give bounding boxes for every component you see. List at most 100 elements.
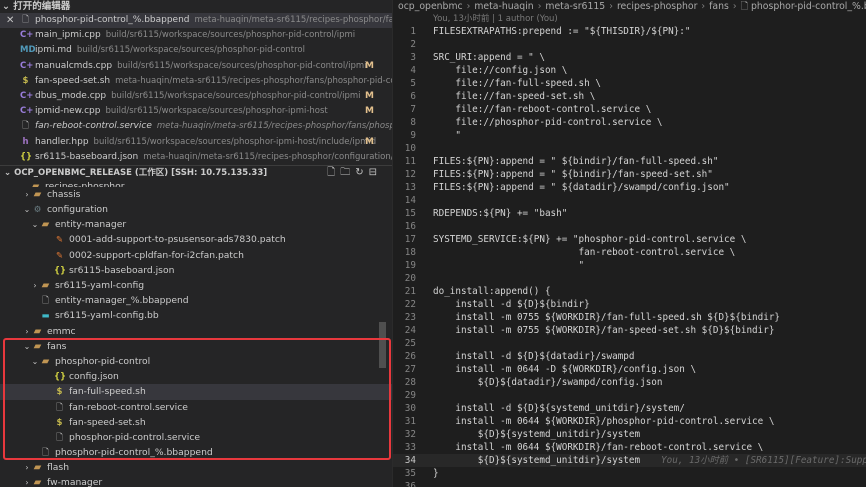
tree-folder[interactable]: › ▰ fw-manager: [0, 475, 392, 487]
code-line[interactable]: 4 file://config.json \: [393, 64, 866, 77]
tree-folder[interactable]: ⌄ ▰ fans: [0, 339, 392, 354]
chevron-down-icon[interactable]: ⌄: [22, 339, 32, 354]
code-line[interactable]: 6 file://fan-speed-set.sh \: [393, 90, 866, 103]
code-line[interactable]: 23 install -m 0755 ${WORKDIR}/fan-full-s…: [393, 311, 866, 324]
tree-folder[interactable]: › ▰ flash: [0, 460, 392, 475]
tree-file[interactable]: {} sr6115-baseboard.json: [0, 263, 392, 278]
tree-folder[interactable]: ⌄ ▰ phosphor-pid-control: [0, 354, 392, 369]
tree-file[interactable]: 🗋 entity-manager_%.bbappend: [0, 293, 392, 308]
code-line[interactable]: 21 do_install:append() {: [393, 285, 866, 298]
tree-file[interactable]: {} config.json: [0, 369, 392, 384]
code-line[interactable]: 11 FILES:${PN}:append = " ${bindir}/fan-f…: [393, 155, 866, 168]
codelens-blame[interactable]: You, 13小时前 | 1 author (You): [393, 13, 866, 25]
chevron-right-icon[interactable]: ›: [22, 475, 32, 487]
code-line[interactable]: 1 FILESEXTRAPATHS:prepend := "${THISDIR}/…: [393, 25, 866, 38]
code-line[interactable]: 17 SYSTEMD_SERVICE:${PN} += "phosphor-pid…: [393, 233, 866, 246]
open-editor-item[interactable]: C+ manualcmds.cpp build/sr6115/workspace/s…: [0, 59, 392, 74]
line-number: 15: [404, 208, 416, 219]
tree-file[interactable]: ✎ 0001-add-support-to-psusensor-ads7830.p…: [0, 232, 392, 247]
open-editor-item[interactable]: MDipmi.md build/sr6115/workspace/sources/…: [0, 43, 392, 58]
code-line[interactable]: 13 FILES:${PN}:append = " ${datadir}/swam…: [393, 181, 866, 194]
tree-folder[interactable]: ⌄ ▰ recipes-phosphor: [0, 179, 392, 187]
modified-badge: M: [365, 60, 374, 71]
chevron-right-icon[interactable]: ›: [22, 324, 32, 339]
folder-icon: ▰: [33, 477, 42, 487]
code-line[interactable]: 3 SRC_URI:append = " \: [393, 51, 866, 64]
bb-file-icon: ▬: [41, 311, 50, 322]
json-file-icon: {}: [54, 265, 67, 276]
collapse-all-icon[interactable]: ⊟: [369, 167, 382, 178]
code-line[interactable]: 10: [393, 142, 866, 155]
code-line[interactable]: 8 file://phosphor-pid-control.service \: [393, 116, 866, 129]
code-area[interactable]: 1 FILESEXTRAPATHS:prepend := "${THISDIR}/…: [393, 25, 866, 487]
open-editor-item[interactable]: C+ dbus_mode.cpp build/sr6115/workspace/so…: [0, 89, 392, 104]
close-icon[interactable]: ✕: [6, 13, 14, 28]
chevron-down-icon[interactable]: ⌄: [30, 217, 40, 232]
tree-file[interactable]: 🗋 phosphor-pid-control.service: [0, 430, 392, 445]
open-editor-item[interactable]: h handler.hpp build/sr6115/workspace/sourc…: [0, 135, 392, 150]
code-line[interactable]: 29: [393, 389, 866, 402]
code-line[interactable]: 24 install -m 0755 ${WORKDIR}/fan-speed-…: [393, 324, 866, 337]
code-line[interactable]: 14: [393, 194, 866, 207]
code-line[interactable]: 34 ${D}${systemd_unitdir}/system You, 13小…: [393, 454, 866, 467]
tree-file[interactable]: $ fan-speed-set.sh: [0, 415, 392, 430]
code-line[interactable]: 22 install -d ${D}${bindir}: [393, 298, 866, 311]
code-line[interactable]: 27 install -m 0644 -D ${WORKDIR}/config.…: [393, 363, 866, 376]
code-line[interactable]: 28 ${D}${datadir}/swampd/config.json: [393, 376, 866, 389]
chevron-down-icon[interactable]: ⌄: [30, 354, 40, 369]
tree-folder[interactable]: › ▰ emmc: [0, 324, 392, 339]
chevron-right-icon[interactable]: ›: [22, 187, 32, 202]
breadcrumb-item[interactable]: recipes-phosphor: [617, 1, 697, 12]
new-folder-icon[interactable]: 🗀: [340, 167, 355, 178]
code-line[interactable]: 9 ": [393, 129, 866, 142]
tree-file[interactable]: ✎ 0002-support-cpldfan-for-i2cfan.patch: [0, 248, 392, 263]
refresh-icon[interactable]: ↻: [355, 167, 368, 178]
open-editor-item[interactable]: C+ ipmid-new.cpp build/sr6115/workspace/so…: [0, 104, 392, 119]
tree-folder[interactable]: › ▰ sr6115-yaml-config: [0, 278, 392, 293]
code-line[interactable]: 36: [393, 480, 866, 487]
code-line[interactable]: 30 install -d ${D}${systemd_unitdir}/sys…: [393, 402, 866, 415]
code-line[interactable]: 19 ": [393, 259, 866, 272]
code-line[interactable]: 16: [393, 220, 866, 233]
breadcrumb-item[interactable]: meta-huaqin: [474, 1, 533, 12]
breadcrumb-item[interactable]: fans: [709, 1, 729, 12]
chevron-down-icon[interactable]: ⌄: [22, 202, 32, 217]
breadcrumb-item[interactable]: phosphor-pid-control_%.bbappend: [751, 1, 866, 12]
tree-file[interactable]: ▬ sr6115-yaml-config.bb: [0, 308, 392, 323]
code-line[interactable]: 7 file://fan-reboot-control.service \: [393, 103, 866, 116]
tree-file[interactable]: $ fan-full-speed.sh: [0, 384, 392, 400]
open-editor-item[interactable]: C+ main_ipmi.cpp build/sr6115/workspace/so…: [0, 28, 392, 43]
code-line[interactable]: 15 RDEPENDS:${PN} += "bash": [393, 207, 866, 220]
chevron-down-icon[interactable]: ⌄: [20, 179, 30, 187]
workspace-header[interactable]: ⌄ OCP_OPENBMC_RELEASE (工作区) [SSH: 10.75.…: [0, 164, 392, 179]
open-editor-item[interactable]: {} sr6115-baseboard.json meta-huaqin/meta-…: [0, 150, 392, 165]
code-text: }: [433, 468, 439, 479]
code-line[interactable]: 32 ${D}${systemd_unitdir}/system: [393, 428, 866, 441]
tree-folder[interactable]: › ▰ chassis: [0, 187, 392, 202]
tree-folder[interactable]: ⌄ ▰ entity-manager: [0, 217, 392, 232]
open-editors-header[interactable]: ⌄ 打开的编辑器: [0, 0, 392, 13]
tree-file[interactable]: 🗋 phosphor-pid-control_%.bbappend: [0, 445, 392, 460]
chevron-right-icon[interactable]: ›: [22, 460, 32, 475]
tree-file[interactable]: 🗋 fan-reboot-control.service: [0, 400, 392, 415]
open-editor-item[interactable]: ✕ 🗋 phosphor-pid-control_%.bbappend meta-hu…: [0, 13, 392, 29]
chevron-right-icon[interactable]: ›: [30, 278, 40, 293]
code-line[interactable]: 33 install -m 0644 ${WORKDIR}/fan-reboot…: [393, 441, 866, 454]
tree-folder[interactable]: ⌄ ⚙ configuration: [0, 202, 392, 217]
sidebar-scrollbar[interactable]: [379, 322, 386, 368]
code-line[interactable]: 12 FILES:${PN}:append = " ${bindir}/fan-s…: [393, 168, 866, 181]
open-editor-item[interactable]: $ fan-speed-set.sh meta-huaqin/meta-sr6115…: [0, 74, 392, 89]
code-line[interactable]: 5 file://fan-full-speed.sh \: [393, 77, 866, 90]
code-text: SRC_URI:append = " \: [433, 52, 545, 63]
code-line[interactable]: 26 install -d ${D}${datadir}/swampd: [393, 350, 866, 363]
breadcrumb-item[interactable]: meta-sr6115: [545, 1, 605, 12]
breadcrumb-item[interactable]: ocp_openbmc: [398, 1, 463, 12]
code-line[interactable]: 18 fan-reboot-control.service \: [393, 246, 866, 259]
new-file-icon[interactable]: 🗋: [327, 167, 340, 178]
open-editor-item[interactable]: 🗋 fan-reboot-control.service meta-huaqin/m…: [0, 119, 392, 134]
code-line[interactable]: 25: [393, 337, 866, 350]
code-line[interactable]: 2: [393, 38, 866, 51]
code-line[interactable]: 31 install -m 0644 ${WORKDIR}/phosphor-p…: [393, 415, 866, 428]
code-line[interactable]: 20: [393, 272, 866, 285]
code-line[interactable]: 35}: [393, 467, 866, 480]
